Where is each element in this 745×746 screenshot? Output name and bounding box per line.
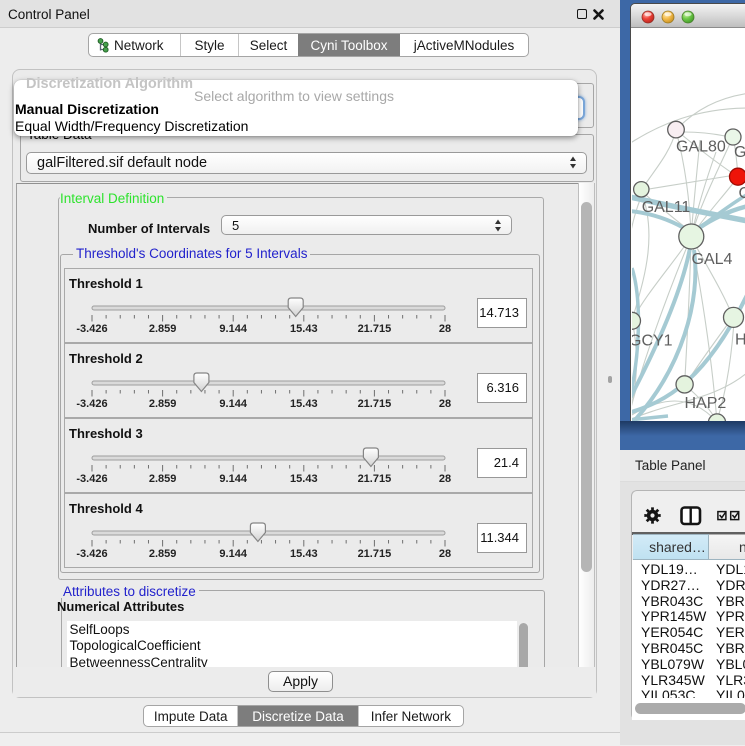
svg-text:CA: CA	[739, 185, 745, 202]
svg-text:21.715: 21.715	[358, 398, 392, 410]
svg-text:-3.426: -3.426	[76, 398, 107, 410]
svg-text:GAL7: GAL7	[734, 144, 745, 161]
svg-text:15.43: 15.43	[290, 398, 318, 410]
svg-text:2.859: 2.859	[149, 323, 177, 335]
svg-text:HIS4: HIS4	[735, 332, 745, 349]
svg-text:28: 28	[439, 398, 451, 410]
svg-text:-3.426: -3.426	[76, 473, 107, 485]
svg-text:28: 28	[439, 548, 451, 560]
svg-text:21.715: 21.715	[358, 323, 392, 335]
svg-text:GAL11: GAL11	[642, 199, 691, 216]
svg-text:2.859: 2.859	[149, 548, 177, 560]
svg-text:2.859: 2.859	[149, 398, 177, 410]
svg-text:21.715: 21.715	[358, 473, 392, 485]
svg-text:21.715: 21.715	[358, 548, 392, 560]
svg-text:GAL4: GAL4	[692, 251, 733, 268]
svg-text:15.43: 15.43	[290, 548, 318, 560]
svg-text:HAP2: HAP2	[685, 395, 727, 412]
svg-text:2.859: 2.859	[149, 473, 177, 485]
svg-text:GCY1: GCY1	[632, 333, 673, 350]
svg-text:15.43: 15.43	[290, 473, 318, 485]
svg-text:15.43: 15.43	[290, 323, 318, 335]
svg-text:9.144: 9.144	[219, 398, 247, 410]
svg-text:9.144: 9.144	[219, 548, 247, 560]
svg-text:GAL80: GAL80	[676, 139, 726, 156]
svg-text:28: 28	[439, 473, 451, 485]
svg-text:9.144: 9.144	[219, 473, 247, 485]
svg-text:28: 28	[439, 323, 451, 335]
svg-text:-3.426: -3.426	[76, 323, 107, 335]
svg-text:-3.426: -3.426	[76, 548, 107, 560]
svg-text:9.144: 9.144	[219, 323, 247, 335]
